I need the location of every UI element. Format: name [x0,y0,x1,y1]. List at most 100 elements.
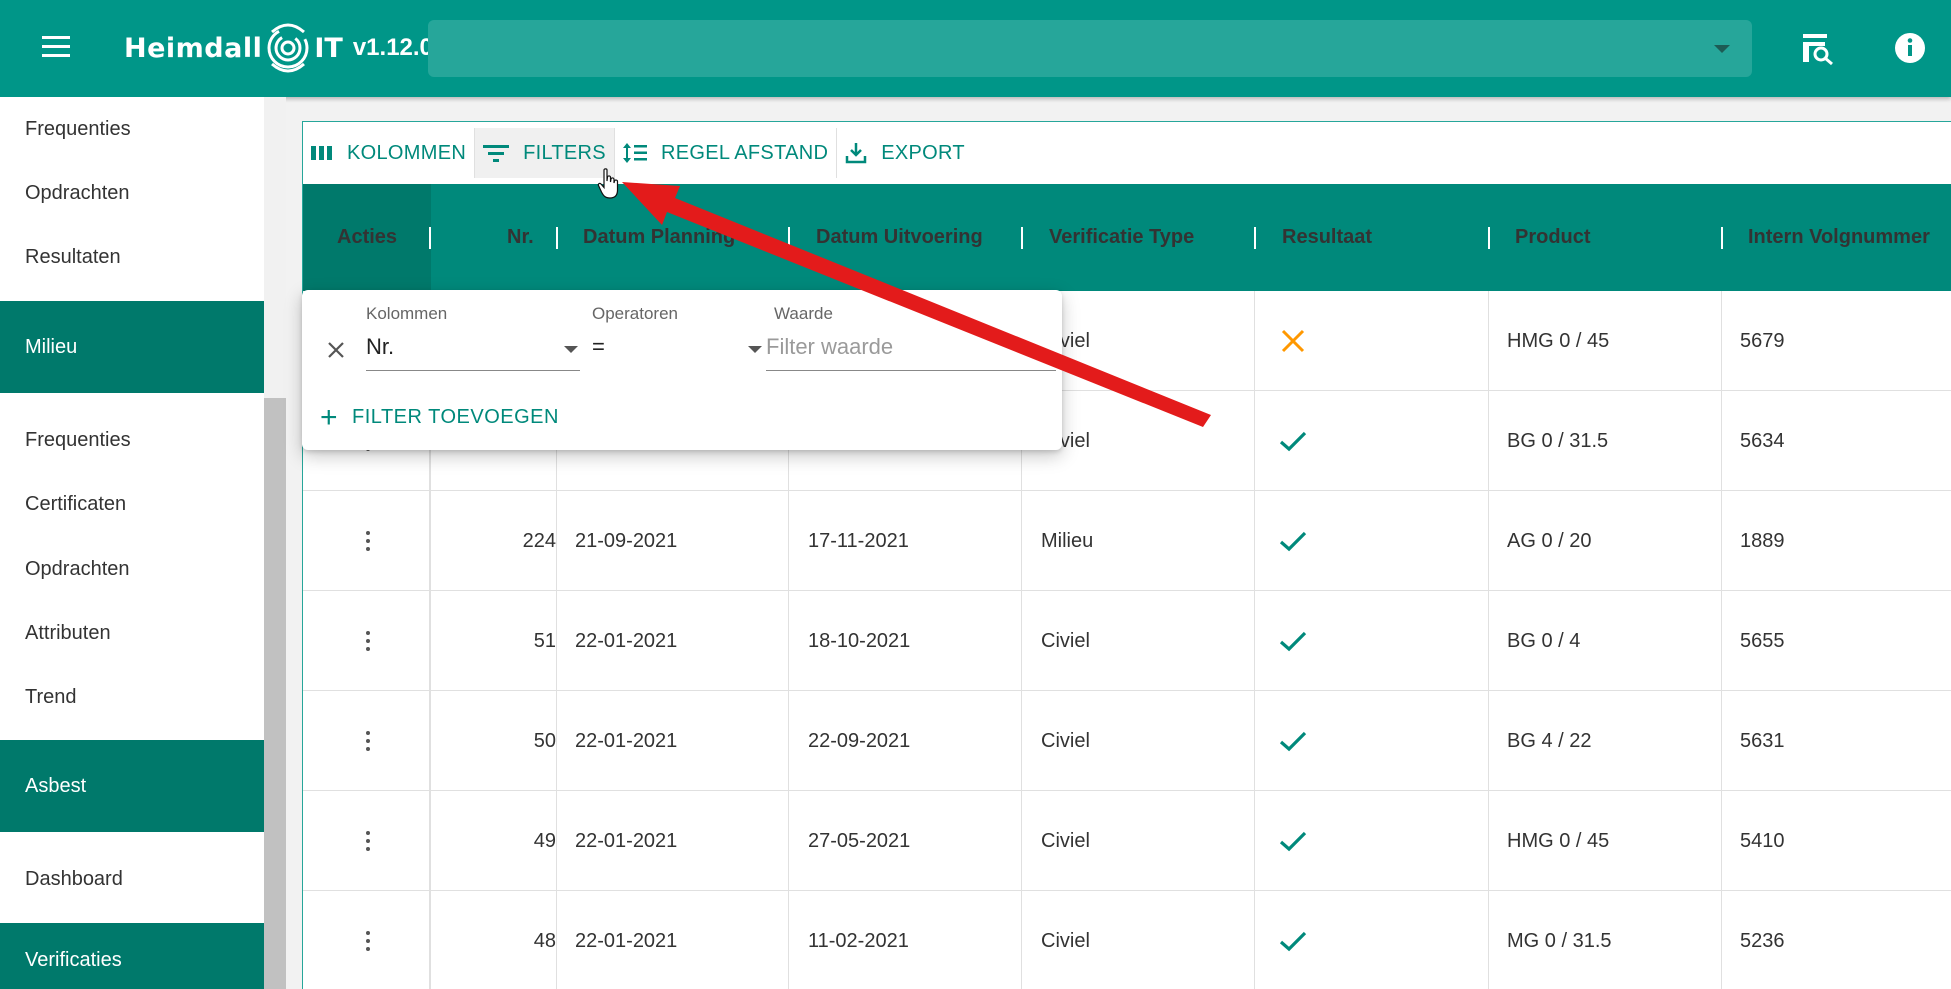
filters-button[interactable]: FILTERS [474,128,614,178]
cell-volgnummer: 5634 [1740,430,1785,452]
columns-button[interactable]: KOLOMMEN [303,128,474,178]
chevron-down-icon [748,346,762,353]
cell-volgnummer: 5655 [1740,630,1785,652]
table-row[interactable]: 51 22-01-2021 18-10-2021 Civiel BG 0 / 4 5655 [303,591,1951,691]
sidebar-item-opdrachten[interactable]: Opdrachten [0,161,264,225]
cell-type: Milieu [1041,530,1094,552]
hand-cursor-icon [597,168,619,199]
column-separator[interactable] [1721,227,1723,249]
cell-planning: 22-01-2021 [575,730,678,752]
cell-product: MG 0 / 31.5 [1507,930,1612,952]
table-row[interactable]: 49 22-01-2021 27-05-2021 Civiel HMG 0 / 45 54… [303,791,1951,891]
cell-volgnummer: 5410 [1740,830,1785,852]
cell-type: Civiel [1041,730,1090,752]
more-vert-icon[interactable] [365,731,371,753]
more-vert-icon[interactable] [365,931,371,953]
column-header-intern-volgnummer[interactable]: Intern Volgnummer [1748,184,1930,291]
chevron-down-icon [564,346,578,353]
cell-uitvoering: 22-09-2021 [808,730,911,752]
sidebar-item-trend[interactable]: Trend [0,665,264,729]
add-filter-label: FILTER TOEVOEGEN [352,406,559,428]
table-row[interactable]: 48 22-01-2021 11-02-2021 Civiel MG 0 / 31.5 5… [303,891,1951,989]
more-vert-icon[interactable] [365,831,371,853]
column-header-nr[interactable]: Nr. [507,184,534,291]
column-separator[interactable] [429,227,431,249]
cell-nr: 49 [533,830,556,852]
column-separator[interactable] [1021,227,1023,249]
cell-product: BG 0 / 4 [1507,630,1581,652]
cell-product: HMG 0 / 45 [1507,830,1610,852]
cell-uitvoering: 18-10-2021 [808,630,911,652]
cell-planning: 21-09-2021 [575,530,678,552]
add-filter-button[interactable]: + FILTER TOEVOEGEN [320,400,559,434]
kolommen-select[interactable]: Nr. [366,334,394,360]
sidebar-item-attributen[interactable]: Attributen [0,601,264,665]
filter-panel: Kolommen Nr. Operatoren = Waarde + FILTE… [302,290,1062,450]
cell-type: Civiel [1041,830,1090,852]
column-header-resultaat[interactable]: Resultaat [1282,184,1372,291]
check-icon [1279,431,1307,452]
waarde-underline [766,370,1056,371]
cell-uitvoering: 27-05-2021 [808,830,911,852]
cell-uitvoering: 17-11-2021 [808,530,909,552]
table-row[interactable]: 50 22-01-2021 22-09-2021 Civiel BG 4 / 22 563… [303,691,1951,791]
column-separator[interactable] [788,227,790,249]
grid-toolbar: KOLOMMEN FILTERS REGEL AFSTAND EXPORT [303,122,973,184]
cell-product: AG 0 / 20 [1507,530,1592,552]
cell-planning: 22-01-2021 [575,630,678,652]
cell-uitvoering: 11-02-2021 [808,930,909,952]
cell-volgnummer: 5236 [1740,930,1785,952]
table-row[interactable]: 224 21-09-2021 17-11-2021 Milieu AG 0 / 20 18… [303,491,1951,591]
sidebar-section-asbest[interactable]: Asbest [0,740,264,832]
export-button[interactable]: EXPORT [836,128,973,178]
cell-nr: 50 [533,730,556,752]
menu-icon[interactable] [30,30,80,70]
sidebar-item-resultaten[interactable]: Resultaten [0,225,264,289]
info-icon[interactable] [1892,30,1928,66]
cell-planning: 22-01-2021 [575,830,678,852]
cell-volgnummer: 5679 [1740,330,1785,352]
plus-icon: + [320,400,339,434]
sidebar-item-dashboard[interactable]: Dashboard [0,847,264,911]
location-select[interactable] [428,20,1752,77]
cell-nr: 48 [533,930,556,952]
close-icon[interactable] [326,340,346,360]
column-header-product[interactable]: Product [1515,184,1591,291]
cell-volgnummer: 5631 [1740,730,1785,752]
column-separator[interactable] [1254,227,1256,249]
kolommen-label: Kolommen [366,304,448,323]
column-header-datum-uitvoering[interactable]: Datum Uitvoering [816,184,983,291]
sidebar-item-opdrachten-milieu[interactable]: Opdrachten [0,537,264,601]
density-button-label: REGEL AFSTAND [660,141,829,164]
check-icon [1279,631,1307,652]
search-document-icon[interactable] [1800,30,1836,66]
filter-value-input[interactable] [766,334,1046,360]
sidebar-scrollbar-thumb[interactable] [264,398,286,989]
sidebar-section-milieu[interactable]: Milieu [0,301,264,393]
columns-button-label: KOLOMMEN [347,141,467,164]
check-icon [1279,731,1307,752]
density-button[interactable]: REGEL AFSTAND [613,128,836,178]
check-icon [1279,931,1307,952]
column-separator[interactable] [556,227,558,249]
brand-name: Heimdall [124,32,263,64]
check-icon [1279,831,1307,852]
operatoren-select[interactable]: = [592,334,605,360]
sidebar-item-frequenties[interactable]: Frequenties [0,97,264,161]
more-vert-icon[interactable] [365,631,371,653]
cell-planning: 22-01-2021 [575,930,678,952]
column-header-verificatie-type[interactable]: Verificatie Type [1049,184,1194,291]
sidebar-item-certificaten[interactable]: Certificaten [0,472,264,536]
more-vert-icon[interactable] [365,531,371,553]
cell-nr: 51 [533,630,556,652]
sidebar-section-verificaties[interactable]: Verificaties [0,923,264,989]
brand-suffix: IT [314,32,343,64]
column-header-datum-planning[interactable]: Datum Planning [583,184,735,291]
column-header-acties[interactable]: Acties [337,184,397,291]
chevron-down-icon [1714,45,1730,53]
sidebar: Frequenties Opdrachten Resultaten Milieu… [0,97,264,989]
cell-nr: 224 [522,530,556,552]
filter-icon [483,145,510,162]
column-separator[interactable] [1488,227,1490,249]
sidebar-item-frequenties-milieu[interactable]: Frequenties [0,408,264,472]
